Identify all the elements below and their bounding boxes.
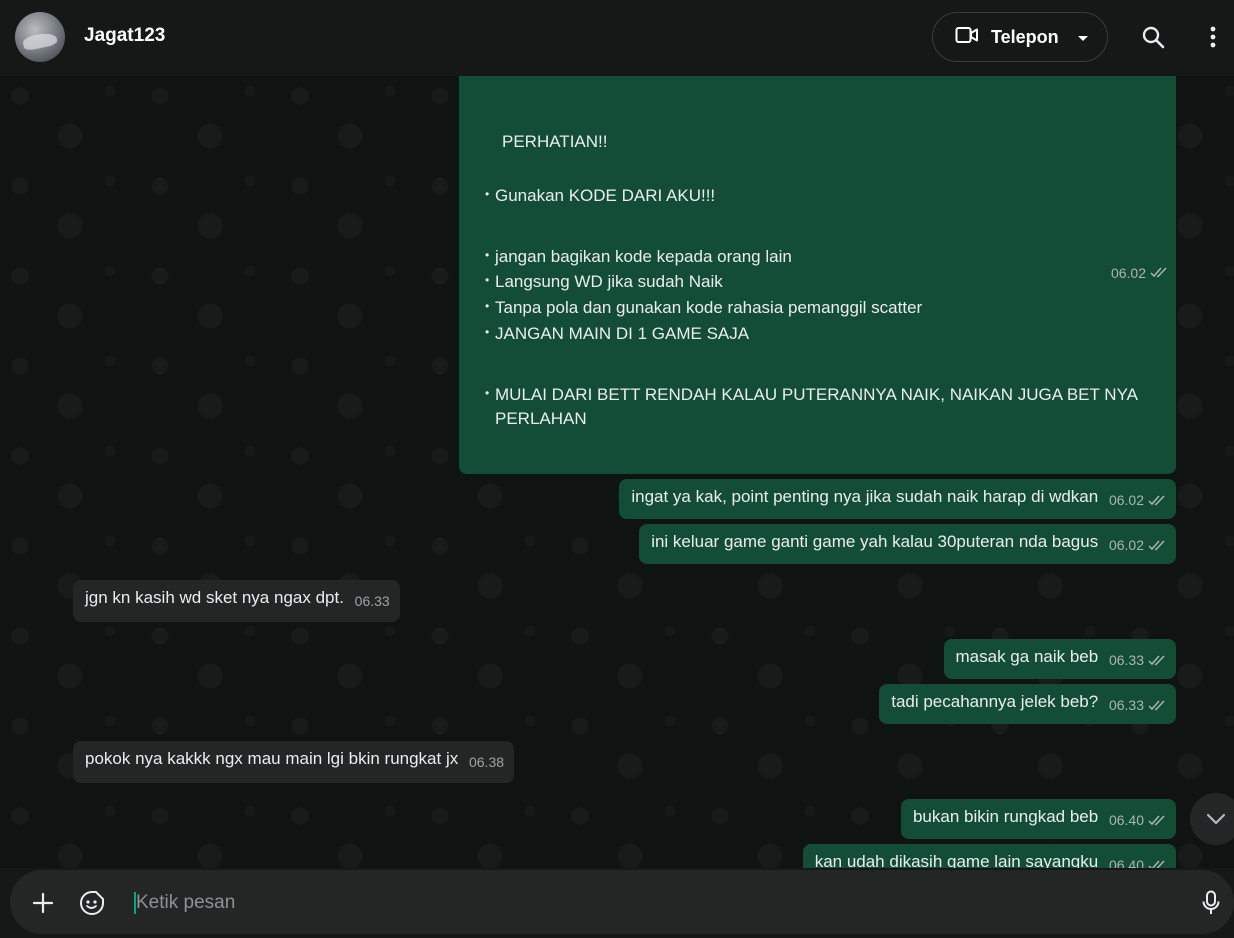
message-meta: 06.40 xyxy=(1109,853,1166,868)
message-text: masak ga naik beb xyxy=(955,647,1099,666)
chevron-down-icon xyxy=(1077,27,1089,48)
contact-name[interactable]: Jagat123 xyxy=(84,25,165,47)
message-text: pokok nya kakkk ngx mau main lgi bkin ru… xyxy=(85,749,459,768)
message-time: 06.40 xyxy=(1108,812,1144,828)
list-item: • Langsung WD jika sudah Naik xyxy=(485,272,723,291)
message-bubble-incoming[interactable]: jgn kn kasih wd sket nya ngax dpt. 06.33 xyxy=(73,580,400,622)
message-text: ingat ya kak, point penting nya jika sud… xyxy=(631,487,1099,506)
message-text: kan udah dikasih game lain sayangku xyxy=(814,852,1099,868)
message-text: bukan bikin rungkad beb xyxy=(912,807,1099,826)
message-text: tadi pecahannya jelek beb? xyxy=(891,692,1099,711)
message-text: ini keluar game ganti game yah kalau 30p… xyxy=(651,532,1099,551)
message-meta: 06.33 xyxy=(355,589,390,613)
message-bubble-incoming[interactable]: pokok nya kakkk ngx mau main lgi bkin ru… xyxy=(73,741,515,783)
double-check-icon xyxy=(1148,859,1165,868)
message-text: jgn kn kasih wd sket nya ngax dpt. xyxy=(85,588,344,607)
message-list[interactable]: PERHATIAN!! • Gunakan KODE DARI AKU!!! • j… xyxy=(0,76,1234,868)
list-item: • JANGAN MAIN DI 1 GAME SAJA xyxy=(485,324,750,343)
message-meta: 06.33 xyxy=(1109,693,1166,717)
message-bubble-outgoing[interactable]: kan udah dikasih game lain sayangku 06.4… xyxy=(802,844,1176,868)
message-time: 06.02 xyxy=(1108,537,1144,553)
message-meta: 06.02 xyxy=(1109,488,1166,512)
list-item: • Gunakan KODE DARI AKU!!! xyxy=(485,186,716,205)
mic-icon[interactable] xyxy=(1198,890,1224,916)
double-check-icon xyxy=(1148,539,1165,550)
message-time: 06.38 xyxy=(468,754,505,770)
contact-avatar[interactable] xyxy=(15,12,65,62)
message-bubble-outgoing[interactable]: masak ga naik beb 06.33 xyxy=(943,639,1176,679)
search-icon[interactable] xyxy=(1140,24,1166,50)
message-time: 06.02 xyxy=(1110,264,1146,281)
call-button[interactable]: Telepon xyxy=(932,12,1108,62)
message-bubble-outgoing[interactable]: PERHATIAN!! • Gunakan KODE DARI AKU!!! • j… xyxy=(459,76,1176,474)
message-meta: 06.38 xyxy=(469,750,504,774)
list-item: • Tanpa pola dan gunakan kode rahasia pem… xyxy=(485,298,923,317)
sticker-icon[interactable] xyxy=(79,890,105,916)
double-check-icon xyxy=(1150,267,1167,278)
double-check-icon xyxy=(1148,494,1165,505)
message-bubble-outgoing[interactable]: tadi pecahannya jelek beb? 06.33 xyxy=(879,684,1176,724)
double-check-icon xyxy=(1148,699,1165,710)
video-call-icon xyxy=(955,25,979,50)
call-button-label: Telepon xyxy=(991,26,1059,47)
message-text: PERHATIAN!! xyxy=(502,132,608,151)
chat-header: Jagat123 Telepon xyxy=(0,0,1234,76)
list-item: • jangan bagikan kode kepada orang lain xyxy=(485,247,792,266)
list-item: • MULAI DARI BETT RENDAH KALAU PUTERANNYA… xyxy=(485,385,1139,404)
message-time: 06.33 xyxy=(1108,697,1144,713)
message-meta: 06.02 xyxy=(1111,76,1168,470)
message-bubble-outgoing[interactable]: ini keluar game ganti game yah kalau 30p… xyxy=(639,524,1176,564)
double-check-icon xyxy=(1148,654,1165,665)
composer: Ketik pesan xyxy=(10,870,1234,934)
message-time: 06.33 xyxy=(1108,652,1144,668)
list-item-continuation: PERLAHAN xyxy=(495,409,587,428)
message-meta: 06.02 xyxy=(1109,533,1166,557)
message-meta: 06.33 xyxy=(1109,648,1166,672)
message-input[interactable]: Ketik pesan xyxy=(134,892,235,914)
composer-bar: Ketik pesan xyxy=(0,868,1234,938)
double-check-icon xyxy=(1148,814,1165,825)
chevron-down-icon xyxy=(1206,813,1226,825)
message-time: 06.33 xyxy=(354,593,390,609)
message-meta: 06.40 xyxy=(1109,808,1166,832)
message-bubble-outgoing[interactable]: bukan bikin rungkad beb 06.40 xyxy=(900,799,1176,839)
message-bubble-outgoing[interactable]: ingat ya kak, point penting nya jika sud… xyxy=(619,479,1176,519)
message-time: 06.02 xyxy=(1108,492,1144,508)
scroll-to-bottom-button[interactable] xyxy=(1190,793,1234,845)
more-vert-icon[interactable] xyxy=(1200,24,1226,50)
message-time: 06.40 xyxy=(1108,857,1144,868)
plus-icon[interactable] xyxy=(30,890,56,916)
